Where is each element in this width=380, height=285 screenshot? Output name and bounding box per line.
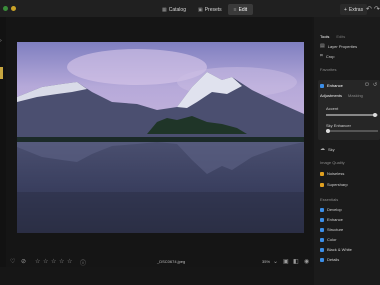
- crop-icon: ⌗: [320, 53, 323, 59]
- extras-button[interactable]: + Extras: [340, 4, 368, 15]
- develop-icon: [320, 207, 324, 212]
- zoom-level[interactable]: 35%: [262, 259, 270, 264]
- plus-icon: +: [344, 6, 347, 13]
- color-icon: [320, 237, 324, 242]
- split-view-icon[interactable]: ◧: [293, 258, 299, 265]
- sliders-icon: ≡: [233, 6, 237, 13]
- info-icon[interactable]: ⓘ: [80, 258, 86, 267]
- enhance-row[interactable]: Enhance: [320, 217, 343, 222]
- rating-star-5[interactable]: ☆: [67, 258, 72, 265]
- window-control-yellow[interactable]: [11, 6, 16, 11]
- rating-star-1[interactable]: ☆: [35, 258, 40, 265]
- catalog-button[interactable]: ▦ Catalog: [156, 4, 192, 15]
- edit-button[interactable]: ≡ Edit: [227, 4, 254, 15]
- accent-slider[interactable]: [326, 112, 378, 117]
- file-name: _DSC0674.jpeg: [157, 259, 186, 264]
- black-white-icon: [320, 247, 324, 252]
- panel-tabs: Tools Edits: [320, 34, 345, 39]
- rating-star-3[interactable]: ☆: [51, 258, 56, 265]
- black-white-row[interactable]: Black & White: [320, 247, 352, 252]
- color-row[interactable]: Color: [320, 237, 337, 242]
- tab-adjustments[interactable]: Adjustments: [320, 93, 342, 98]
- accent-label: Accent: [326, 106, 339, 111]
- redo-icon[interactable]: ↷: [374, 5, 380, 13]
- accent-slider-knob[interactable]: [373, 112, 378, 117]
- enhance-row-icon: [320, 217, 324, 222]
- tab-tools[interactable]: Tools: [320, 34, 329, 39]
- accent-slider-fill: [326, 114, 376, 116]
- enhance-header[interactable]: Enhance: [320, 83, 343, 88]
- sky-enhancer-label: Sky Enhancer: [326, 123, 351, 128]
- thumbnail-selected-edge[interactable]: [0, 67, 3, 79]
- presets-icon: ▣: [197, 6, 203, 13]
- layer-properties-row[interactable]: ▤ Layer Properties: [320, 43, 357, 49]
- sky-enhancer-slider-knob[interactable]: [326, 128, 331, 133]
- favorites-header: Favorites: [320, 67, 337, 72]
- tab-edits[interactable]: Edits: [336, 34, 345, 39]
- sky-row[interactable]: ☁ Sky: [320, 146, 335, 152]
- compare-icon[interactable]: ▣: [283, 258, 289, 265]
- power-icon[interactable]: ⏻: [365, 82, 369, 88]
- details-row[interactable]: Details: [320, 257, 339, 262]
- enhance-icon: [320, 83, 324, 88]
- reject-icon[interactable]: ⊘: [21, 258, 26, 265]
- noiseless-icon: [320, 171, 324, 176]
- title-bar: ▦ Catalog ▣ Presets ≡ Edit + Extras ↶ ↷: [0, 0, 380, 17]
- undo-icon[interactable]: ↶: [366, 5, 372, 13]
- sky-enhancer-slider[interactable]: [326, 128, 378, 133]
- heart-icon[interactable]: ♡: [10, 258, 15, 265]
- cloud-icon: ☁: [320, 146, 325, 152]
- image-quality-header: Image Quality: [320, 160, 345, 165]
- structure-row[interactable]: Structure: [320, 227, 343, 232]
- grid-icon: ▦: [162, 6, 167, 13]
- presets-button[interactable]: ▣ Presets: [192, 4, 228, 15]
- window-control-green[interactable]: [3, 6, 8, 11]
- rating-star-2[interactable]: ☆: [43, 258, 48, 265]
- essentials-header: Essentials: [320, 197, 339, 202]
- rating-star-4[interactable]: ☆: [59, 258, 64, 265]
- noiseless-row[interactable]: Noiseless: [320, 171, 344, 176]
- enhance-tabs: Adjustments Masking: [320, 93, 363, 98]
- details-icon: [320, 257, 324, 262]
- structure-icon: [320, 227, 324, 232]
- crop-row[interactable]: ⌗ Crop: [320, 53, 335, 59]
- landscape-image: [17, 42, 304, 233]
- reset-icon[interactable]: ↺: [373, 82, 377, 88]
- photo-preview[interactable]: [17, 42, 304, 233]
- eye-icon[interactable]: ◉: [304, 258, 309, 265]
- zoom-dropdown-icon[interactable]: ⌄: [273, 258, 278, 265]
- supersharp-row[interactable]: Supersharp: [320, 182, 348, 187]
- module-switcher: ▦ Catalog ▣ Presets ≡ Edit: [156, 4, 254, 15]
- chevron-left-icon[interactable]: ›: [0, 38, 2, 44]
- tab-masking[interactable]: Masking: [348, 93, 363, 98]
- develop-row[interactable]: Develop: [320, 207, 342, 212]
- tools-panel: Tools Edits ▤ Layer Properties ⌗ Crop Fa…: [314, 17, 380, 285]
- supersharp-icon: [320, 182, 324, 187]
- layers-icon: ▤: [320, 43, 325, 49]
